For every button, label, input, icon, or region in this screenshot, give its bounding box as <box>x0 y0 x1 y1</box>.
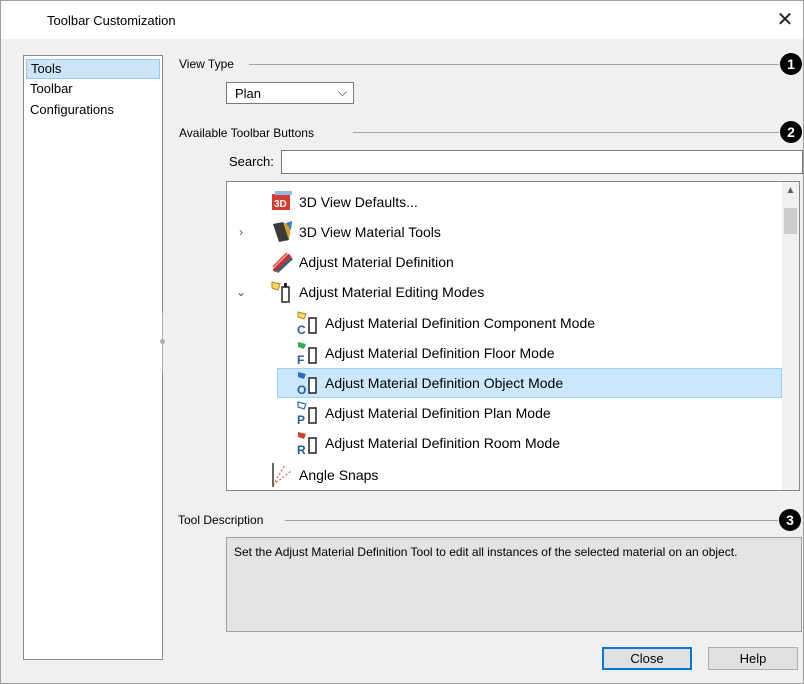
tree-row[interactable]: ⌄ Adjust Material Editing Modes <box>227 277 783 307</box>
callout-1: 1 <box>780 53 802 75</box>
search-label: Search: <box>229 154 274 169</box>
tool-description-label: Tool Description <box>178 513 264 527</box>
svg-text:P: P <box>297 413 305 425</box>
close-button[interactable]: Close <box>602 647 692 670</box>
available-buttons-label: Available Toolbar Buttons <box>179 126 314 140</box>
tree-row-label: Adjust Material Definition <box>299 254 454 270</box>
tree-row-label: Angle Snaps <box>299 467 379 483</box>
chevron-down-icon[interactable]: ⌄ <box>234 277 248 307</box>
tree-row-label: 3D View Material Tools <box>299 224 441 240</box>
tree-row-selected[interactable]: O Adjust Material Definition Object Mode <box>277 368 782 398</box>
scroll-up-icon[interactable]: ▲ <box>782 182 799 199</box>
tree-row[interactable]: F Adjust Material Definition Floor Mode <box>227 338 783 368</box>
tree-row-label: Adjust Material Definition Room Mode <box>325 435 560 451</box>
view-type-label: View Type <box>179 57 234 71</box>
nav-item-tools[interactable]: Tools <box>26 59 160 79</box>
category-list: Tools Toolbar Configurations <box>23 55 163 660</box>
tree-row-label: Adjust Material Definition Floor Mode <box>325 345 555 361</box>
callout-3: 3 <box>779 509 801 531</box>
svg-text:C: C <box>297 323 306 335</box>
svg-text:3D: 3D <box>274 199 287 210</box>
tool-description-text: Set the Adjust Material Definition Tool … <box>234 545 738 559</box>
tool-description-divider <box>285 520 778 521</box>
floor-mode-icon: F <box>297 342 317 365</box>
view-type-divider <box>249 64 779 65</box>
tree-row[interactable]: C Adjust Material Definition Component M… <box>227 308 783 338</box>
tree-row[interactable]: 3D 3D View Defaults... <box>227 187 783 217</box>
object-mode-icon: O <box>297 372 317 395</box>
tree-row-label: Adjust Material Definition Component Mod… <box>325 315 596 331</box>
room-mode-icon: R <box>297 432 317 455</box>
tree-row-label: Adjust Material Definition Object Mode <box>325 375 564 391</box>
nav-item-toolbar[interactable]: Toolbar <box>26 80 158 98</box>
scroll-thumb[interactable] <box>784 208 797 234</box>
close-icon[interactable]: ✕ <box>774 9 796 31</box>
splitter-grip[interactable] <box>160 339 165 344</box>
tree-row-label: Adjust Material Editing Modes <box>299 284 485 300</box>
tree-scrollbar[interactable]: ▲ ▼ <box>782 182 799 490</box>
chevron-down-icon: ⌵ <box>337 85 347 99</box>
tree-row[interactable]: R Adjust Material Definition Room Mode <box>227 428 783 458</box>
adjust-material-icon <box>272 252 293 274</box>
tree-row[interactable]: Angle Snaps <box>227 460 783 490</box>
tree-row-label: 3D View Defaults... <box>299 194 418 210</box>
title-bar: Toolbar Customization ✕ <box>1 1 803 39</box>
tree-row-label: Adjust Material Definition Plan Mode <box>325 405 551 421</box>
callout-2: 2 <box>780 121 802 143</box>
available-buttons-divider <box>353 132 779 133</box>
svg-text:F: F <box>297 353 304 365</box>
help-button[interactable]: Help <box>708 647 798 670</box>
tool-description-box: Set the Adjust Material Definition Tool … <box>226 537 802 632</box>
editing-modes-icon <box>271 281 290 303</box>
tree-row[interactable]: P Adjust Material Definition Plan Mode <box>227 398 783 428</box>
svg-text:O: O <box>297 383 306 395</box>
dialog-title: Toolbar Customization <box>47 13 176 28</box>
material-tools-icon <box>273 221 292 242</box>
nav-item-configurations[interactable]: Configurations <box>26 101 158 119</box>
chevron-right-icon[interactable]: › <box>234 217 248 247</box>
component-mode-icon: C <box>297 311 317 335</box>
svg-text:R: R <box>297 443 306 455</box>
search-input[interactable] <box>281 150 803 174</box>
tree-row[interactable]: › 3D View Material Tools <box>227 217 783 247</box>
plan-mode-icon: P <box>297 401 317 425</box>
angle-snaps-icon <box>272 463 292 487</box>
3d-view-defaults-icon: 3D <box>272 191 292 210</box>
view-type-select[interactable]: Plan ⌵ <box>226 82 354 104</box>
toolbar-buttons-tree: 3D 3D View Defaults... › 3D View Materia… <box>226 181 800 491</box>
tree-row[interactable]: Adjust Material Definition <box>227 247 783 277</box>
view-type-value: Plan <box>235 86 262 101</box>
